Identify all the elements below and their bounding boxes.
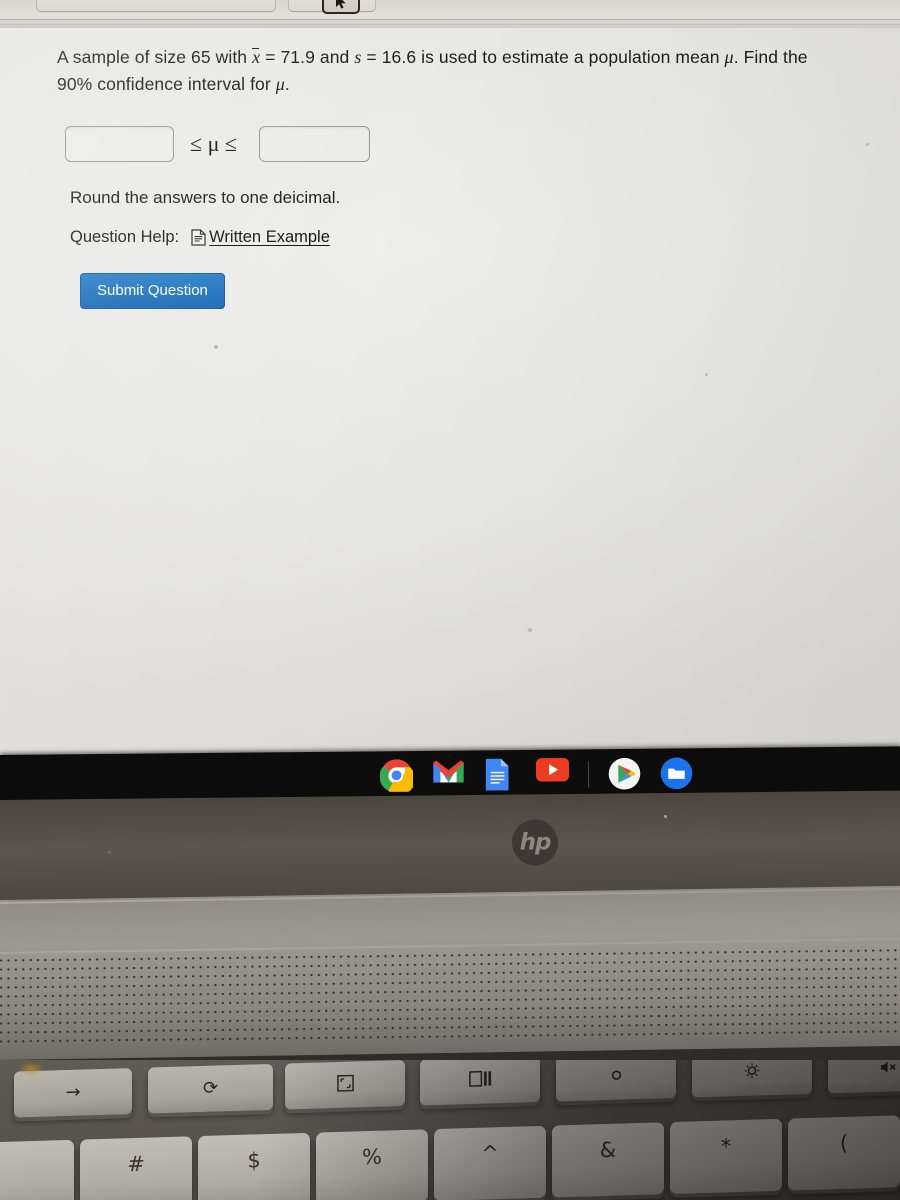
inequality-symbols: ≤ μ ≤	[190, 131, 237, 156]
keyboard-deck	[0, 885, 900, 1060]
submit-question-button[interactable]: Submit Question	[80, 273, 225, 309]
lower-bound-input[interactable]	[65, 126, 174, 162]
upper-keyboard-strip	[0, 0, 900, 28]
keyboard-smudge	[18, 1062, 44, 1076]
reload-icon: ⟳	[202, 1077, 219, 1099]
play-store-icon[interactable]	[608, 757, 641, 790]
question-help-label: Question Help:	[70, 228, 180, 246]
key-5[interactable]: %	[316, 1129, 428, 1200]
written-example-link[interactable]: Written Example	[209, 228, 330, 247]
question-line2: 90% confidence interval for	[57, 74, 276, 94]
files-icon[interactable]	[660, 757, 693, 790]
cursor-pointer-key[interactable]	[322, 0, 360, 14]
google-docs-icon[interactable]	[484, 758, 517, 791]
photo-of-chromebook: A sample of size 65 with x = 71.9 and s …	[0, 0, 900, 1200]
question-line1-mid: = 71.9 and	[260, 47, 355, 67]
x-bar-symbol: x	[252, 47, 261, 67]
number-key-row: # $ % ^ & * (	[0, 1114, 900, 1200]
document-icon	[191, 229, 206, 246]
key-2[interactable]	[0, 1139, 74, 1200]
key-reload[interactable]: ⟳	[148, 1063, 273, 1114]
key-6-glyph: ^	[481, 1141, 499, 1166]
rounding-instruction: Round the answers to one deicimal.	[70, 188, 341, 207]
key-brightness-up[interactable]	[692, 1060, 812, 1098]
key-5-glyph: %	[362, 1144, 382, 1170]
key-overview[interactable]	[420, 1060, 540, 1106]
key-9-glyph: (	[839, 1130, 849, 1156]
key-4[interactable]: $	[198, 1132, 310, 1200]
brightness-down-icon	[610, 1068, 623, 1086]
question-text: A sample of size 65 with x = 71.9 and s …	[57, 44, 867, 98]
key-brightness-down[interactable]	[556, 1060, 676, 1102]
shelf-icon-group	[379, 757, 693, 795]
chromebook-screen: A sample of size 65 with x = 71.9 and s …	[0, 28, 900, 755]
mu-symbol-1: μ	[724, 47, 734, 67]
upper-bound-input[interactable]	[258, 126, 370, 162]
fullscreen-icon	[336, 1074, 354, 1096]
key-7-glyph: &	[599, 1137, 617, 1163]
key-3-glyph: #	[127, 1151, 145, 1177]
mute-icon	[880, 1060, 897, 1078]
question-line1-end: . Find the	[733, 47, 808, 67]
key-fullscreen[interactable]	[285, 1060, 405, 1110]
question-line1-pre: A sample of size 65 with	[57, 47, 253, 67]
key-mute[interactable]	[828, 1060, 900, 1094]
mu-symbol-2: μ	[275, 74, 285, 94]
key-3[interactable]: #	[80, 1136, 192, 1200]
upper-key-long[interactable]	[36, 0, 276, 12]
keyboard: → ⟳ # $ % ^ & * (	[0, 1060, 900, 1200]
gmail-icon[interactable]	[432, 758, 465, 791]
shelf-divider	[588, 760, 589, 787]
speaker-grille	[0, 945, 900, 1045]
question-help-row: Question Help: Written Example	[70, 228, 330, 247]
key-4-glyph: $	[247, 1148, 261, 1173]
chrome-icon[interactable]	[379, 759, 416, 795]
brightness-up-icon	[744, 1062, 760, 1082]
key-8-glyph: *	[720, 1134, 732, 1159]
hp-logo: hp	[512, 819, 558, 866]
youtube-icon[interactable]	[536, 757, 569, 791]
question-line1-post: = 16.6 is used to estimate a population …	[361, 47, 725, 67]
function-key-row: → ⟳	[0, 1060, 900, 1124]
key-7[interactable]: &	[552, 1122, 664, 1198]
confidence-interval-answer-row: ≤ μ ≤	[65, 126, 370, 162]
question-line2-end: .	[284, 74, 290, 94]
key-9[interactable]: (	[788, 1115, 900, 1191]
overview-windows-icon	[468, 1070, 492, 1091]
forward-arrow-icon: →	[65, 1081, 81, 1104]
key-8[interactable]: *	[670, 1118, 782, 1195]
key-6[interactable]: ^	[434, 1125, 546, 1200]
